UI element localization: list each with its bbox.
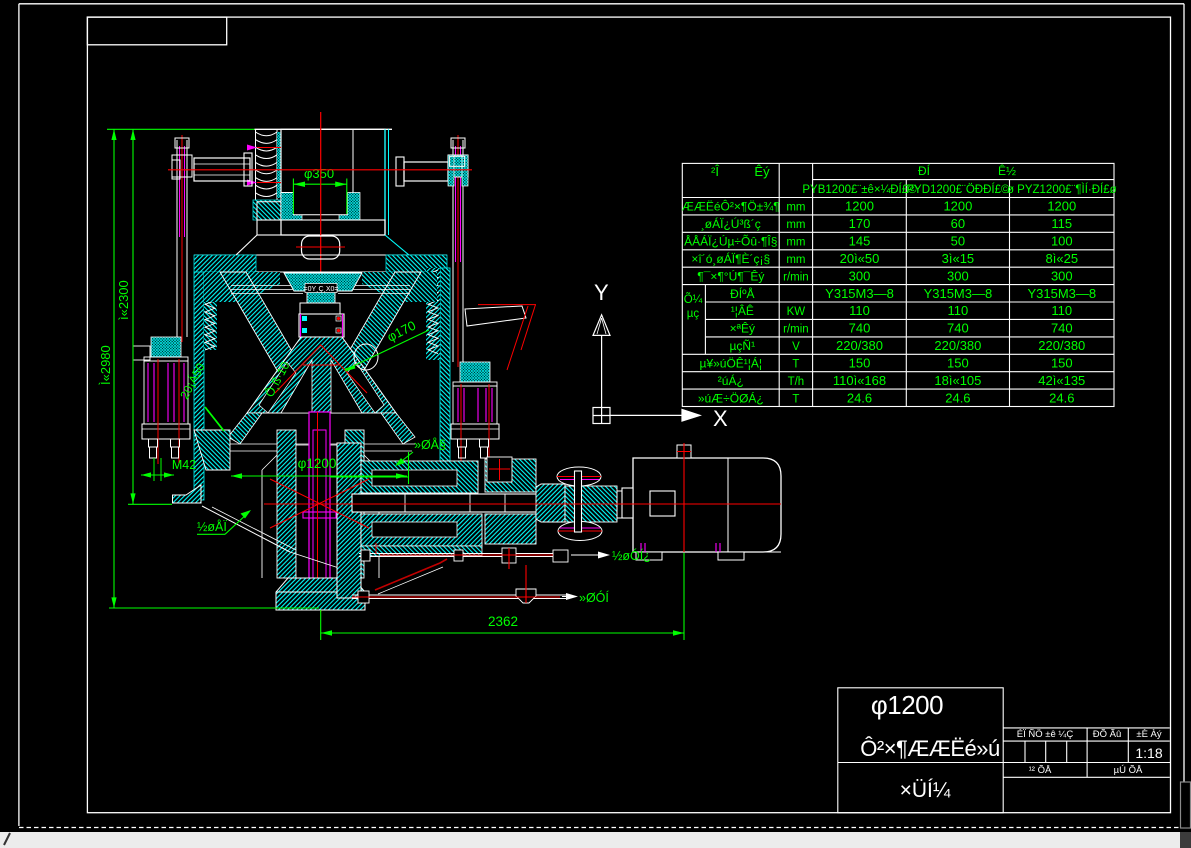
- svg-text:Y: Y: [594, 280, 609, 305]
- svg-text:×î´ó¸øÁÏ¶È´ç¡§: ×î´ó¸øÁÏ¶È´ç¡§: [691, 251, 770, 266]
- svg-text:1:18: 1:18: [1135, 745, 1162, 761]
- svg-text:150: 150: [849, 356, 871, 371]
- svg-text:24.6: 24.6: [847, 390, 872, 405]
- svg-text:¹² ÕÅ: ¹² ÕÅ: [1029, 765, 1052, 776]
- svg-text:ø PYZ1200£¨¶ÌÍ·ÐÍ£ø: ø PYZ1200£¨¶ÌÍ·ÐÍ£ø: [1007, 183, 1117, 196]
- svg-text:½øÅÏ: ½øÅÏ: [197, 519, 227, 534]
- svg-text:170: 170: [849, 216, 871, 231]
- svg-text:100: 100: [1051, 234, 1073, 249]
- svg-text:110: 110: [849, 303, 870, 318]
- svg-text:42ì«135: 42ì«135: [1038, 373, 1085, 388]
- svg-text:¸øÁÏ¿Ú³ß´ç: ¸øÁÏ¿Ú³ß´ç: [701, 216, 761, 231]
- svg-text:mm: mm: [786, 254, 805, 266]
- svg-text:ì«2300: ì«2300: [116, 280, 131, 320]
- svg-text:150: 150: [1051, 356, 1073, 371]
- svg-text:½øÓÍ¿: ½øÓÍ¿: [612, 548, 651, 563]
- svg-text:φ1200: φ1200: [871, 690, 943, 720]
- svg-text:1200: 1200: [1047, 199, 1076, 214]
- svg-text:740: 740: [1051, 321, 1073, 336]
- svg-text:115: 115: [1051, 216, 1072, 231]
- svg-text:ÆÆËéÔ²×¶Ö±¾¶: ÆÆËéÔ²×¶Ö±¾¶: [682, 199, 780, 214]
- svg-text:Õ¼: Õ¼: [684, 293, 703, 306]
- svg-text:=0Y¸Ç¸X0=: =0Y¸Ç¸X0=: [303, 286, 338, 293]
- svg-text:ÐÕ Ãû: ÐÕ Ãû: [1093, 729, 1122, 740]
- svg-text:±È Àý: ±È Àý: [1136, 729, 1162, 740]
- svg-text:T: T: [792, 393, 799, 405]
- svg-text:M42: M42: [172, 458, 196, 472]
- svg-text:220/380: 220/380: [1038, 338, 1085, 353]
- svg-text:µÚ ÕÅ: µÚ ÕÅ: [1114, 765, 1143, 776]
- svg-text:740: 740: [947, 321, 969, 336]
- svg-text:60: 60: [951, 216, 965, 231]
- svg-text:Ê½: Ê½: [998, 163, 1016, 178]
- svg-text:µ¥»úÖÊ¹¦Á¦: µ¥»úÖÊ¹¦Á¦: [700, 356, 763, 371]
- svg-text:8ì«25: 8ì«25: [1046, 251, 1079, 266]
- svg-text:Y315M3—8: Y315M3—8: [825, 286, 894, 301]
- svg-text:×ªÊý: ×ªÊý: [730, 321, 755, 336]
- svg-text:ÐÍ: ÐÍ: [918, 163, 931, 178]
- svg-text:150: 150: [947, 356, 969, 371]
- svg-text:²úÁ¿: ²úÁ¿: [718, 373, 744, 388]
- svg-text:Ô²×¶ÆÆËé»ú: Ô²×¶ÆÆËé»ú: [860, 736, 999, 761]
- svg-text:¹¦ÂÊ: ¹¦ÂÊ: [731, 303, 754, 318]
- svg-text:²Î: ²Î: [711, 164, 719, 179]
- svg-text:φ350: φ350: [304, 166, 334, 181]
- svg-text:220/380: 220/380: [836, 338, 883, 353]
- svg-text:110ì«168: 110ì«168: [833, 373, 886, 388]
- svg-text:18ì«105: 18ì«105: [934, 373, 981, 388]
- svg-text:µç: µç: [687, 308, 700, 320]
- svg-text:Y315M3—8: Y315M3—8: [1027, 286, 1096, 301]
- svg-text:145: 145: [849, 234, 871, 249]
- svg-text:×ÜÍ¼: ×ÜÍ¼: [900, 779, 951, 802]
- svg-text:220/380: 220/380: [934, 338, 981, 353]
- svg-text:V: V: [792, 341, 800, 353]
- svg-text:mm: mm: [786, 237, 805, 249]
- svg-text:Y315M3—8: Y315M3—8: [924, 286, 993, 301]
- svg-text:ÅÅÁÏ¿Úµ÷Õû·¶Î§: ÅÅÁÏ¿Úµ÷Õû·¶Î§: [684, 234, 777, 249]
- svg-text:110: 110: [948, 303, 969, 318]
- svg-text:r/min: r/min: [783, 271, 809, 283]
- svg-text:740: 740: [849, 321, 871, 336]
- svg-text:24.6: 24.6: [1049, 390, 1074, 405]
- svg-text:KW: KW: [787, 306, 806, 318]
- svg-text:300: 300: [947, 268, 969, 283]
- svg-text:1200: 1200: [845, 199, 874, 214]
- svg-text:PYD1200£¨ÖÐÐÍ£©: PYD1200£¨ÖÐÐÍ£©: [906, 183, 1010, 196]
- svg-text:φ1200: φ1200: [298, 456, 337, 471]
- svg-text:¶¯×¶°Ú¶¯Êý: ¶¯×¶°Ú¶¯Êý: [697, 268, 764, 283]
- svg-text:PYB1200£¨±ê×¼ÐÍ£©: PYB1200£¨±ê×¼ÐÍ£©: [802, 183, 917, 196]
- svg-text:24.6: 24.6: [945, 390, 970, 405]
- svg-text:mm: mm: [786, 202, 805, 214]
- svg-text:»ØÅ§: »ØÅ§: [414, 437, 446, 452]
- svg-text:110: 110: [1051, 303, 1072, 318]
- svg-text:300: 300: [849, 268, 871, 283]
- svg-text:Êý: Êý: [754, 164, 770, 179]
- svg-text:mm: mm: [786, 219, 805, 231]
- svg-text:ÐÍºÅ: ÐÍºÅ: [730, 286, 754, 301]
- svg-text:»úÆ÷ÖØÁ¿: »úÆ÷ÖØÁ¿: [698, 390, 764, 405]
- svg-text:ÉÏ ÑÖ ±ê ¼Ç: ÉÏ ÑÖ ±ê ¼Ç: [1017, 729, 1074, 740]
- svg-text:»ØÓÍ: »ØÓÍ: [579, 590, 609, 605]
- svg-text:µçÑ¹: µçÑ¹: [730, 339, 756, 353]
- svg-text:Ì«2980: Ì«2980: [98, 345, 113, 385]
- svg-text:X: X: [713, 406, 728, 431]
- svg-text:2362: 2362: [488, 614, 518, 629]
- svg-text:3ì«15: 3ì«15: [942, 251, 975, 266]
- svg-text:20ì«50: 20ì«50: [840, 251, 880, 266]
- svg-text:300: 300: [1051, 268, 1073, 283]
- svg-text:1200: 1200: [943, 199, 972, 214]
- svg-text:T/h: T/h: [788, 376, 805, 388]
- svg-text:50: 50: [951, 234, 965, 249]
- svg-text:r/min: r/min: [783, 324, 809, 336]
- svg-text:T: T: [792, 359, 799, 371]
